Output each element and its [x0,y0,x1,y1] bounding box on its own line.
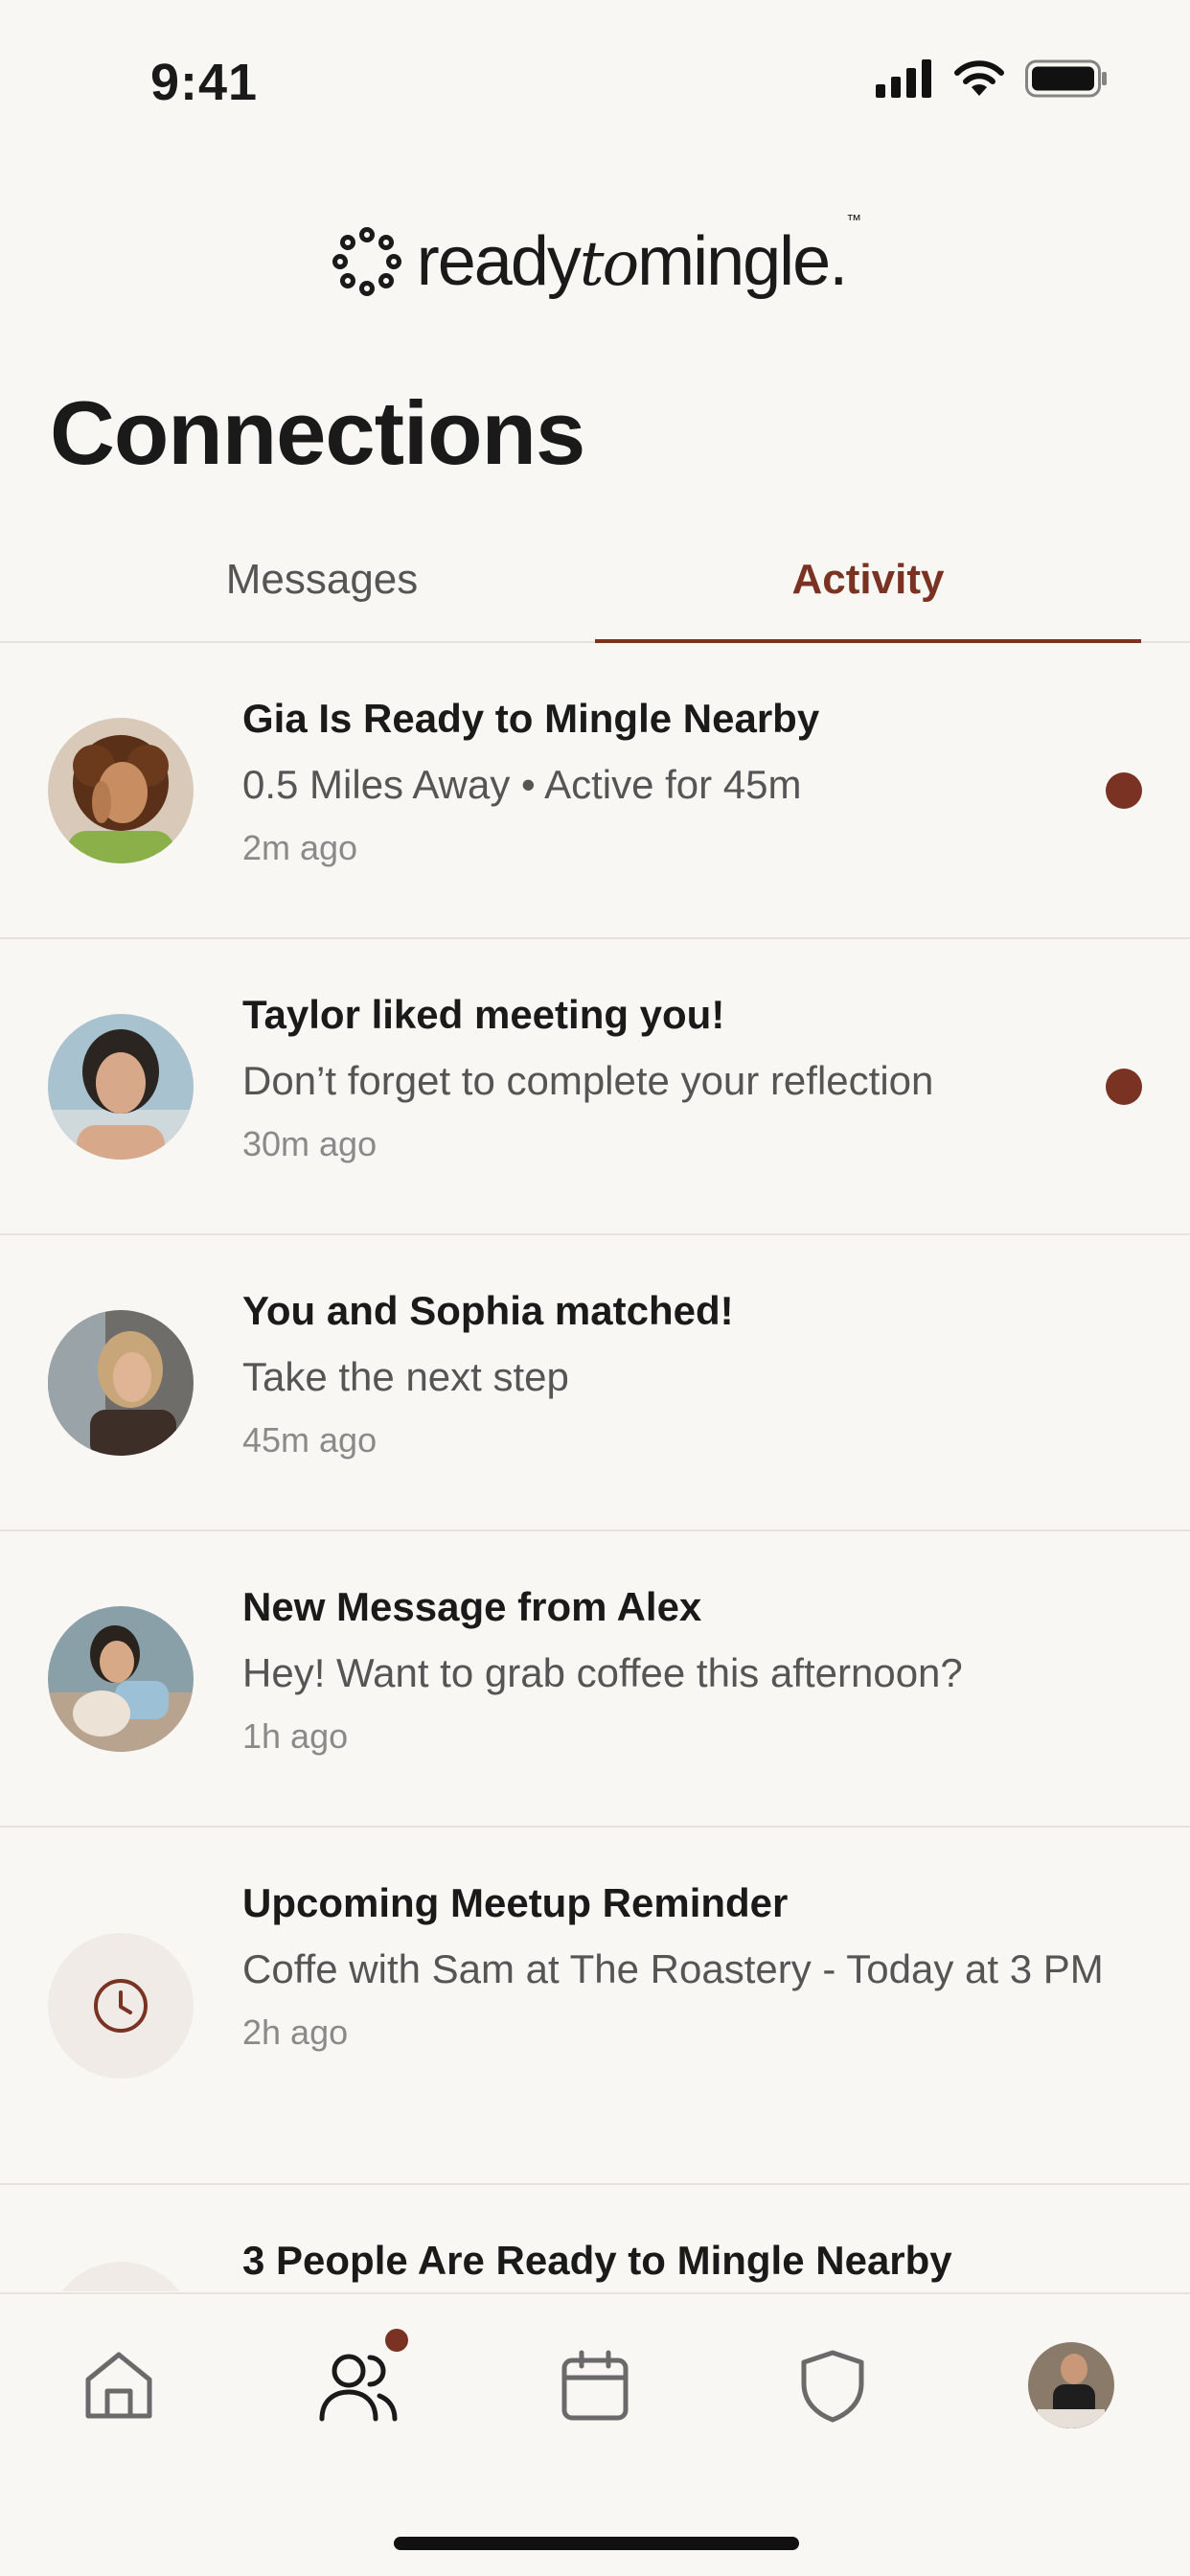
nav-calendar[interactable] [542,2333,648,2438]
profile-avatar [1028,2342,1114,2428]
activity-row[interactable]: 3 People Are Ready to Mingle Nearby [0,2185,1190,2291]
calendar-icon [561,2350,629,2421]
activity-time: 45m ago [242,1420,378,1460]
avatar-alex [48,1606,194,1752]
reminder-icon-badge [48,1933,194,2079]
avatar-sophia [48,1310,194,1456]
activity-text: Taylor liked meeting you! Don’t forget t… [242,988,1046,1168]
signal-icon [876,59,931,98]
activity-title: Upcoming Meetup Reminder [242,1880,789,1925]
unread-dot [1106,1069,1142,1105]
activity-text: New Message from Alex Hey! Want to grab … [242,1580,1046,1760]
activity-title: You and Sophia matched! [242,1288,734,1333]
notification-badge [385,2329,408,2352]
activity-title: New Message from Alex [242,1584,702,1629]
activity-title: Gia Is Ready to Mingle Nearby [242,696,820,741]
nav-home[interactable] [66,2333,172,2438]
shield-icon [801,2350,864,2423]
people-icon [319,2354,398,2422]
activity-title: 3 People Are Ready to Mingle Nearby [242,2238,952,2283]
activity-row[interactable]: Upcoming Meetup Reminder Coffe with Sam … [0,1828,1190,2185]
home-indicator [394,2537,799,2550]
tab-messages[interactable]: Messages [50,518,594,642]
nav-profile[interactable] [1018,2333,1124,2438]
activity-row[interactable]: New Message from Alex Hey! Want to grab … [0,1531,1190,1828]
home-icon [85,2352,152,2419]
status-icons [876,59,1108,98]
activity-text: 3 People Are Ready to Mingle Nearby [242,2234,1046,2288]
nav-safety[interactable] [780,2333,885,2438]
activity-subtitle: Take the next step [242,1354,569,1399]
activity-time: 1h ago [242,1716,349,1756]
group-icon-badge [48,2262,194,2291]
page-title: Connections [50,382,585,483]
clock-icon [94,1979,148,2033]
activity-title: Taylor liked meeting you! [242,992,725,1037]
tab-bar: Messages Activity [0,518,1190,643]
activity-row[interactable]: You and Sophia matched! Take the next st… [0,1235,1190,1531]
activity-subtitle: Hey! Want to grab coffee this afternoon? [242,1650,963,1695]
wifi-icon [954,60,1004,96]
activity-text: Upcoming Meetup Reminder Coffe with Sam … [242,1876,1104,2057]
battery-icon [1025,59,1107,98]
activity-subtitle: 0.5 Miles Away • Active for 45m [242,762,802,807]
avatar-gia [48,718,194,863]
tab-activity[interactable]: Activity [595,518,1141,642]
activity-text: Gia Is Ready to Mingle Nearby 0.5 Miles … [242,692,1046,872]
logo-flower-icon [332,227,401,296]
status-bar: 9:41 [0,0,1190,163]
avatar-taylor [48,1014,194,1160]
activity-time: 2h ago [242,2012,349,2052]
unread-dot [1106,772,1142,809]
activity-time: 2m ago [242,828,358,867]
status-time: 9:41 [150,54,259,111]
logo-wordmark: readytomingle.™ [416,213,861,300]
activity-row[interactable]: Taylor liked meeting you! Don’t forget t… [0,939,1190,1235]
app-logo: readytomingle.™ [0,213,1190,301]
activity-list: Gia Is Ready to Mingle Nearby 0.5 Miles … [0,643,1190,2291]
activity-subtitle: Coffe with Sam at The Roastery - Today a… [242,1946,1104,1991]
activity-row[interactable]: Gia Is Ready to Mingle Nearby 0.5 Miles … [0,643,1190,939]
activity-text: You and Sophia matched! Take the next st… [242,1284,1046,1464]
activity-subtitle: Don’t forget to complete your reflection [242,1058,934,1103]
activity-time: 30m ago [242,1124,378,1163]
bottom-nav [0,2292,1190,2576]
